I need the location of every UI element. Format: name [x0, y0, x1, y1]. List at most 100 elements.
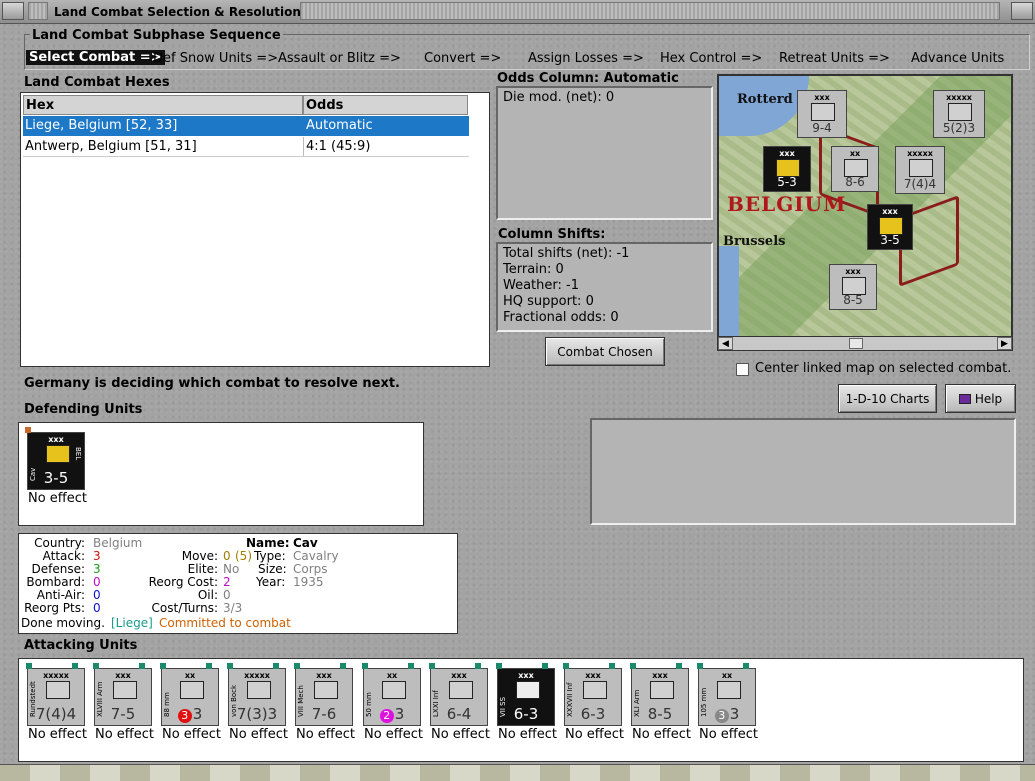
attack-label: Attack:: [42, 549, 85, 563]
size-label: Size:: [258, 562, 287, 576]
weather-shift-text: Weather: -1: [503, 278, 579, 293]
attacking-unit-result: No effect: [431, 727, 491, 742]
attacking-units-label: Attacking Units: [24, 638, 138, 653]
odds-cell: Automatic: [306, 118, 373, 133]
attacking-unit-result: No effect: [162, 727, 222, 742]
scroll-thumb[interactable]: [849, 338, 863, 349]
move-label: Move:: [181, 549, 218, 563]
odds-panel: Die mod. (net): 0: [496, 86, 713, 220]
combat-chosen-button[interactable]: Combat Chosen: [545, 337, 665, 366]
attacking-unit-result: No effect: [364, 727, 424, 742]
window-close-button[interactable]: [1011, 2, 1033, 20]
country-value: Belgium: [93, 536, 143, 550]
title-bar-grip: [300, 2, 1000, 20]
attacking-unit-counter[interactable]: xx 105 mm 3 3: [697, 663, 756, 726]
bombard-value: 0: [93, 575, 101, 589]
committed-text: Committed to combat: [159, 616, 291, 630]
book-icon: [958, 394, 971, 404]
attack-value: 3: [93, 549, 101, 563]
hex-reference-text: [Liege]: [111, 616, 153, 630]
column-shifts-title: Column Shifts:: [498, 227, 606, 242]
table-row[interactable]: Liege, Belgium [52, 33] Automatic: [23, 116, 469, 136]
attacking-unit-result: No effect: [95, 727, 155, 742]
step-hex-control: Hex Control =>: [660, 51, 763, 66]
map-unit-counter[interactable]: xxx 5-3: [763, 146, 811, 192]
defense-label: Defense:: [31, 562, 85, 576]
elite-value: No: [223, 562, 240, 576]
window-menu-button[interactable]: [2, 2, 24, 20]
help-label: Help: [974, 391, 1003, 406]
table-row[interactable]: Antwerp, Belgium [51, 31] 4:1 (45:9): [23, 137, 469, 157]
defending-unit-counter[interactable]: xxx Cav BEL 3-5: [25, 427, 85, 490]
column-header-hex[interactable]: Hex: [23, 95, 303, 115]
name-value: Cav: [293, 536, 318, 550]
country-label: BELGIUM: [727, 192, 847, 216]
charts-button[interactable]: 1-D-10 Charts: [838, 384, 937, 413]
help-button[interactable]: Help: [945, 384, 1016, 413]
hq-support-text: HQ support: 0: [503, 294, 594, 309]
city-label-rotterdam: Rotterd: [737, 92, 793, 107]
scroll-right-arrow-icon[interactable]: ▶: [997, 337, 1012, 350]
move-value: 0: [223, 549, 231, 563]
name-label: Name:: [246, 536, 290, 550]
scroll-left-arrow-icon[interactable]: ◀: [718, 337, 733, 350]
combat-window: Land Combat Selection & Resolution Land …: [0, 0, 1035, 781]
year-label: Year:: [256, 575, 286, 589]
attacking-unit-counter[interactable]: xxx VIII Mech 7-6: [294, 663, 353, 726]
attacking-unit-counter[interactable]: xxxxx Rundstedt 7(4)4: [26, 663, 85, 726]
subphase-label: Land Combat Subphase Sequence: [30, 28, 283, 43]
year-value: 1935: [293, 575, 324, 589]
sea-area: [719, 246, 739, 337]
attacking-unit-result: No effect: [699, 727, 759, 742]
attacking-unit-result: No effect: [565, 727, 625, 742]
attacking-unit-counter[interactable]: xx 88 mm 3 3: [160, 663, 219, 726]
column-header-odds[interactable]: Odds: [303, 95, 468, 115]
reorg-pts-label: Reorg Pts:: [24, 601, 85, 615]
attack-badge: 2: [379, 709, 394, 723]
linked-map[interactable]: Rotterd BELGIUM Brussels xxx 9-4 xxx 5-3…: [717, 74, 1013, 339]
attacking-unit-counter[interactable]: xxx XLI Arm 8-5: [630, 663, 689, 726]
odds-cell: 4:1 (45:9): [306, 139, 371, 154]
terrain-shift-text: Terrain: 0: [503, 262, 564, 277]
attacking-unit-counter[interactable]: xxx XLVIII Arm 7-5: [93, 663, 152, 726]
center-map-checkbox[interactable]: [736, 363, 749, 376]
step-assign-losses: Assign Losses =>: [528, 51, 644, 66]
attacking-unit-result: No effect: [229, 727, 289, 742]
hexes-table: Hex Odds Liege, Belgium [52, 33] Automat…: [20, 92, 490, 367]
elite-label: Elite:: [187, 562, 218, 576]
reorg-pts-value: 0: [93, 601, 101, 615]
attacking-unit-counter[interactable]: xx 50 mm 2 3: [362, 663, 421, 726]
attacking-unit-counter[interactable]: xxxxx von Bock 7(3)3: [227, 663, 286, 726]
attacking-unit-result: No effect: [632, 727, 692, 742]
map-unit-counter[interactable]: xxx 8-5: [829, 264, 877, 310]
attacking-unit-counter[interactable]: xxx XXXVII Inf 6-3: [563, 663, 622, 726]
step-advance-units: Advance Units: [911, 51, 1005, 66]
reorg-cost-label: Reorg Cost:: [148, 575, 218, 589]
attacking-unit-counter[interactable]: xxx LXXI Inf 6-4: [429, 663, 488, 726]
cost-turns-value: 3/3: [223, 601, 243, 615]
reorg-cost-value: 2: [223, 575, 231, 589]
step-assault-or-blitz: Assault or Blitz =>: [278, 51, 401, 66]
attacking-unit-result: No effect: [296, 727, 356, 742]
step-convert: Convert =>: [424, 51, 502, 66]
attacking-unit-counter[interactable]: xxx VII SS 6-3: [496, 663, 555, 726]
total-shifts-text: Total shifts (net): -1: [503, 246, 630, 261]
type-label: Type:: [254, 549, 286, 563]
oil-value: 0: [223, 588, 231, 602]
attacking-unit-result: No effect: [498, 727, 558, 742]
map-unit-counter[interactable]: xxx 3-5: [867, 204, 913, 250]
map-unit-counter[interactable]: xxxxx 5(2)3: [933, 90, 985, 138]
status-text: Germany is deciding which combat to reso…: [24, 376, 400, 391]
hex-cell: Antwerp, Belgium [51, 31]: [25, 139, 197, 154]
defending-unit-result: No effect: [28, 491, 88, 506]
city-label-brussels: Brussels: [723, 234, 786, 249]
title-bar-grip: [28, 2, 48, 20]
fractional-odds-text: Fractional odds: 0: [503, 310, 619, 325]
underlying-map-strip: [0, 764, 1035, 781]
map-unit-counter[interactable]: xxx 9-4: [797, 90, 847, 138]
bombard-label: Bombard:: [26, 575, 85, 589]
map-unit-counter[interactable]: xxxxx 7(4)4: [895, 146, 945, 194]
antiair-label: Anti-Air:: [36, 588, 85, 602]
map-horizontal-scrollbar[interactable]: ◀ ▶: [717, 336, 1013, 351]
map-unit-counter[interactable]: xx 8-6: [831, 146, 879, 192]
